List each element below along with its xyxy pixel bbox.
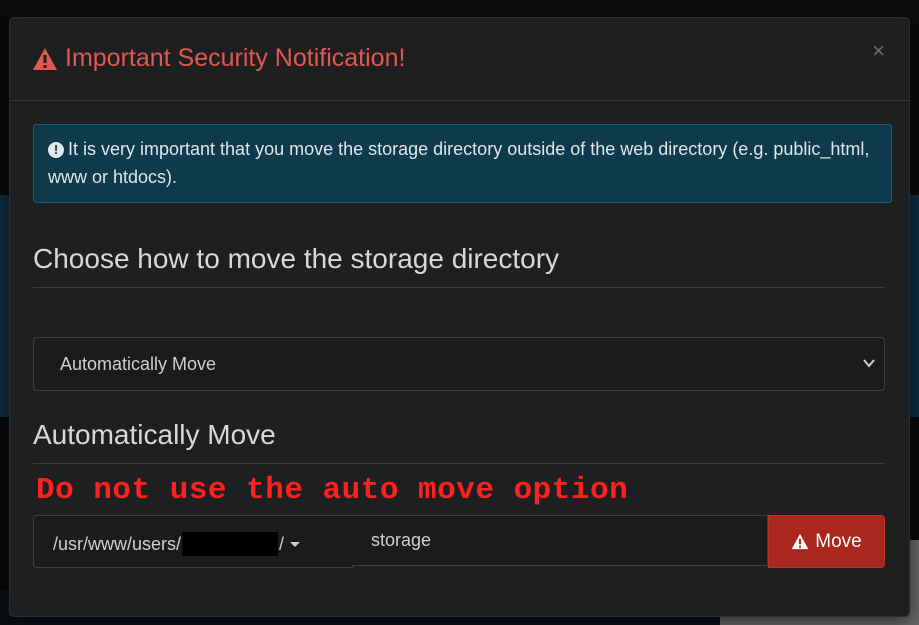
divider [33,463,885,464]
auto-move-section-title: Automatically Move [33,419,276,450]
redacted-username [182,532,279,556]
alert-text: It is very important that you move the s… [48,139,870,187]
path-prefix: /usr/www/users/ [53,533,182,554]
warning-icon [33,47,57,70]
modal-header: Important Security Notification! × [10,18,909,101]
close-button[interactable]: × [872,40,885,62]
divider [33,287,885,288]
security-modal: Important Security Notification! × ! It i… [9,17,910,617]
move-method-select[interactable]: Automatically Move [33,337,885,391]
chevron-down-icon [863,359,875,368]
warning-icon [791,533,809,550]
move-button-label: Move [815,530,862,552]
warning-annotation: Do not use the auto move option [36,473,629,508]
info-icon: ! [48,142,64,158]
caret-down-icon [290,541,301,547]
folder-name-input[interactable] [352,515,768,566]
choose-section-title: Choose how to move the storage directory [33,243,560,274]
modal-title-text: Important Security Notification! [65,44,406,72]
move-button[interactable]: Move [768,515,885,568]
path-suffix: / [279,533,285,554]
path-text: /usr/www/users/ / [53,532,301,556]
modal-title: Important Security Notification! [32,44,405,73]
move-form: /usr/www/users/ / Move [33,515,885,568]
move-method-selected: Automatically Move [60,354,217,374]
info-alert: ! It is very important that you move the … [33,124,892,203]
path-dropdown[interactable]: /usr/www/users/ / [33,515,353,568]
